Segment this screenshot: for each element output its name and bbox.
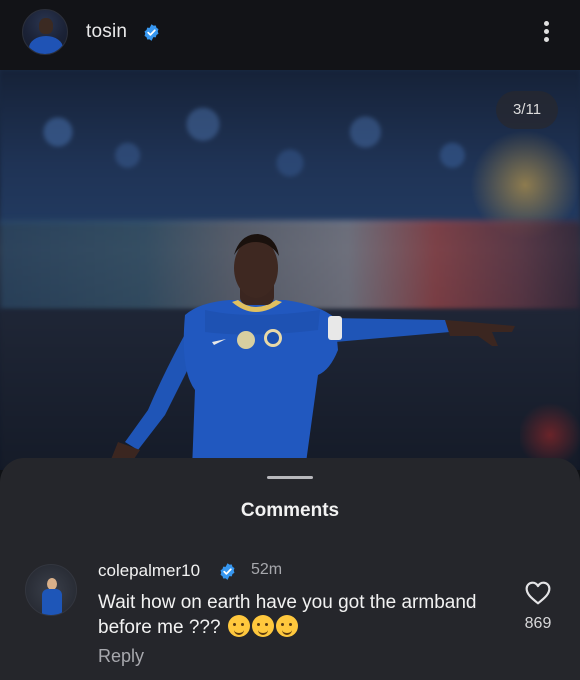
avatar-body-shape — [29, 36, 63, 54]
hugging-face-emoji-icon — [275, 615, 298, 637]
reply-button[interactable]: Reply — [98, 646, 144, 667]
avatar-head-shape — [39, 18, 53, 34]
comment-timestamp: 52m — [251, 561, 283, 578]
verified-badge-icon — [144, 24, 159, 41]
verified-badge-icon — [220, 563, 235, 580]
hugging-face-emoji-icon — [251, 615, 274, 637]
football-player-image — [110, 234, 515, 470]
post-photo[interactable]: 3/11 — [0, 70, 580, 470]
carousel-counter: 3/11 — [496, 91, 558, 129]
profile-avatar[interactable] — [22, 9, 68, 55]
commenter-avatar-body — [42, 589, 62, 615]
post-username[interactable]: tosin — [86, 21, 127, 43]
post-header: tosin — [0, 0, 580, 70]
comments-title: Comments — [240, 500, 340, 521]
sheet-drag-handle[interactable] — [267, 476, 313, 479]
comments-sheet: Comments colepalmer10 52m Wait how on ea… — [0, 458, 580, 680]
comment-text-block: Wait how on earth have you got the armba… — [98, 591, 478, 640]
comment-username[interactable]: colepalmer10 — [98, 561, 200, 581]
more-options-icon[interactable] — [536, 18, 556, 48]
commenter-avatar[interactable] — [25, 564, 77, 616]
heart-icon[interactable] — [525, 581, 551, 605]
like-count: 869 — [524, 615, 552, 632]
hugging-face-emoji-icon — [227, 615, 250, 637]
